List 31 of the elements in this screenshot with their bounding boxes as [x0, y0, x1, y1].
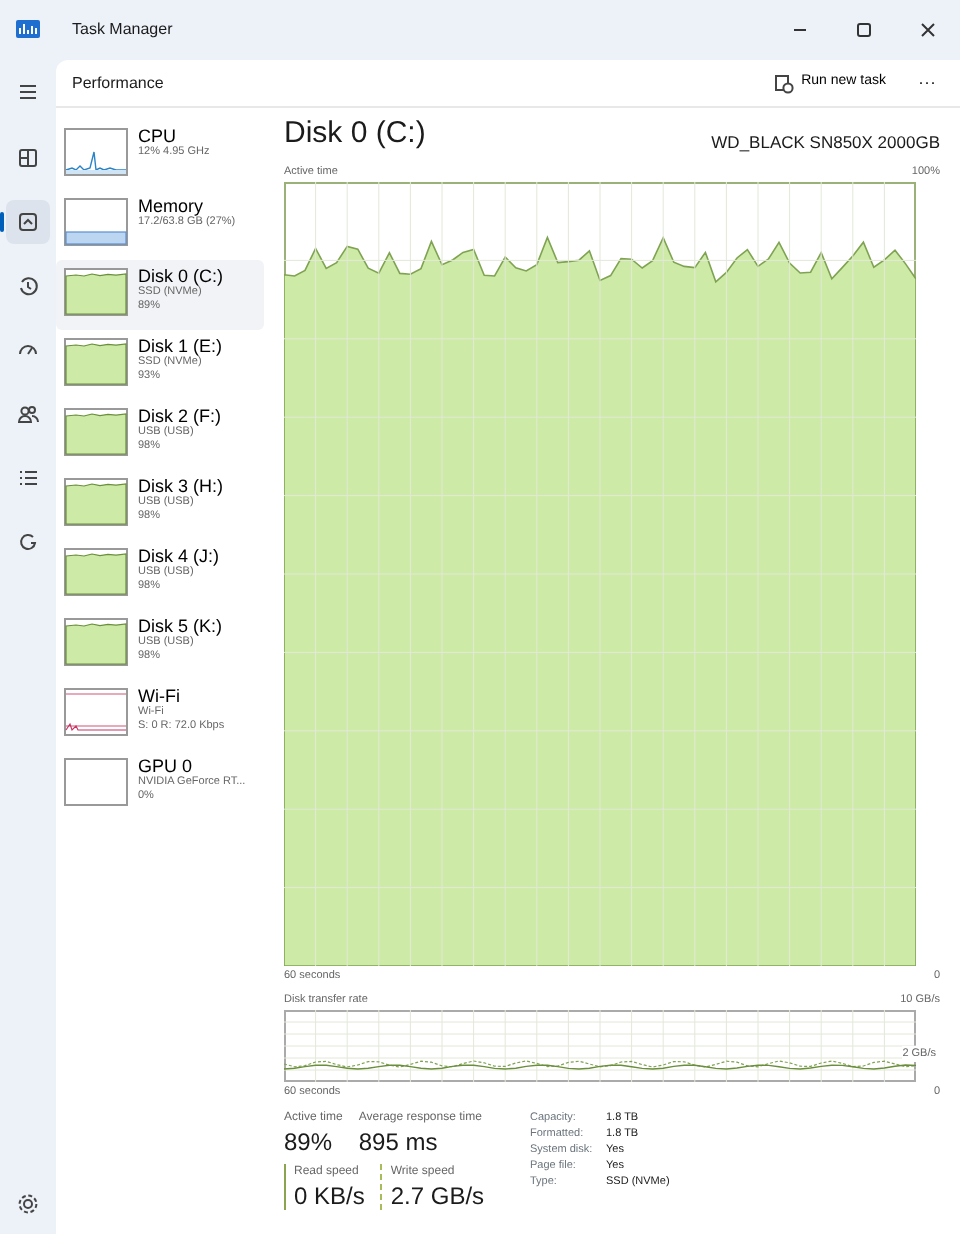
stat-value: 89%: [284, 1128, 335, 1156]
usage-graph-thumbnail: [64, 198, 128, 246]
usage-graph-thumbnail: [64, 268, 128, 316]
history-icon: [16, 274, 40, 298]
app-icon: [16, 20, 40, 39]
disk-title: Disk 0 (C:): [284, 113, 426, 153]
maximize-icon: [856, 22, 872, 38]
close-icon: [920, 22, 936, 38]
usage-graph-thumbnail: [64, 338, 128, 386]
more-button[interactable]: ···: [918, 69, 936, 97]
usage-graph-thumbnail: [64, 128, 128, 176]
usage-graph-thumbnail: [64, 758, 128, 806]
stat-value: 2.7 GB/s: [390, 1182, 485, 1210]
usage-graph-thumbnail: [64, 478, 128, 526]
grid-icon: [16, 146, 40, 170]
usage-graph-thumbnail: [64, 618, 128, 666]
chart-button[interactable]: [6, 200, 50, 244]
disk-model: WD_BLACK SN850X 2000GB: [711, 130, 940, 156]
settings-icon: [16, 1192, 40, 1216]
page-title: Performance: [72, 71, 164, 95]
usage-graph-thumbnail: [64, 548, 128, 596]
users-icon: [16, 402, 40, 426]
usage-graph-thumbnail: [64, 688, 128, 736]
window-title: Task Manager: [72, 18, 173, 42]
list-icon: [16, 466, 40, 490]
usage-graph-thumbnail: [64, 408, 128, 456]
stat-value: 0 KB/s: [294, 1182, 365, 1210]
menu-icon: [16, 80, 40, 104]
run-task-icon: [773, 73, 794, 93]
stat-value: 895 ms: [358, 1128, 440, 1156]
chart-icon: [16, 210, 40, 234]
